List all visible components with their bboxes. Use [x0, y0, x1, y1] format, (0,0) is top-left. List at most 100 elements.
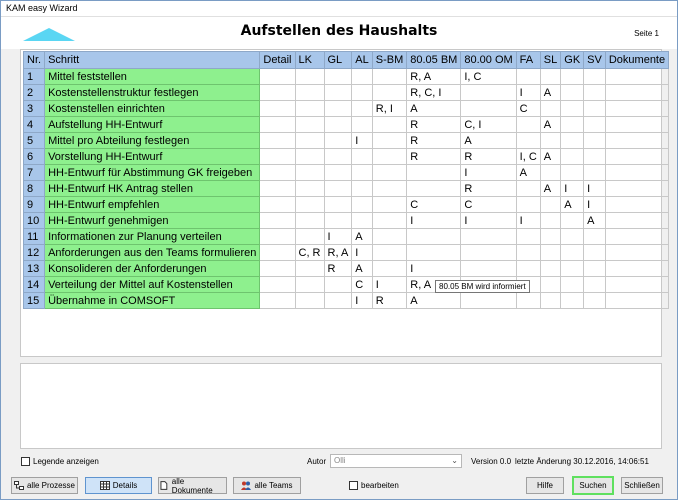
cell-sl[interactable]: A [539, 180, 562, 197]
table-row[interactable]: 8 HH-Entwurf HK Antrag stellen R A I I [22, 180, 670, 197]
cell-nr[interactable]: 10 [22, 212, 46, 229]
cell-schritt[interactable]: Informationen zur Planung verteilen [44, 228, 261, 245]
cell-dokumente[interactable] [604, 292, 670, 309]
table-row[interactable]: 13 Konsolideren der Anforderungen R A I [22, 260, 670, 277]
cell-al[interactable] [351, 100, 373, 117]
cell-schritt[interactable]: Verteilung der Mittel auf Kostenstellen [44, 276, 261, 293]
cell-gl[interactable] [323, 276, 353, 293]
cell-lk[interactable] [294, 228, 325, 245]
table-row[interactable]: 11 Informationen zur Planung verteilen I A [22, 228, 670, 245]
cell-al[interactable]: I [351, 244, 373, 261]
cell-dokumente[interactable] [604, 228, 670, 245]
cell-sbm[interactable] [371, 164, 408, 181]
cell-al[interactable]: C [351, 276, 373, 293]
table-row[interactable]: 4 Aufstellung HH-Entwurf R C, I A [22, 116, 670, 133]
cell-fa[interactable] [515, 180, 541, 197]
cell-al[interactable] [351, 212, 373, 229]
cell-schritt[interactable]: Mittel feststellen [44, 68, 261, 85]
cell-sv[interactable]: I [583, 180, 606, 197]
cell-gk[interactable] [560, 84, 585, 101]
cell-gk[interactable] [560, 132, 585, 149]
cell-8000om[interactable]: R [460, 180, 517, 197]
cell-8000om[interactable]: I [460, 212, 517, 229]
cell-8000om[interactable] [460, 228, 517, 245]
table-row[interactable]: 7 HH-Entwurf für Abstimmung GK freigeben I… [22, 164, 670, 181]
cell-gk[interactable] [560, 292, 585, 309]
cell-lk[interactable] [294, 68, 325, 85]
cell-8005bm[interactable]: R [406, 116, 462, 133]
cell-sl[interactable] [539, 164, 562, 181]
cell-8005bm[interactable]: R [406, 132, 462, 149]
cell-gk[interactable] [560, 68, 585, 85]
cell-dokumente[interactable] [604, 164, 670, 181]
cell-sbm[interactable] [371, 84, 408, 101]
cell-gl[interactable] [323, 84, 353, 101]
cell-fa[interactable]: I [515, 84, 541, 101]
cell-al[interactable] [351, 68, 373, 85]
cell-gk[interactable] [560, 116, 585, 133]
cell-gl[interactable] [323, 132, 353, 149]
col-header-dokumente[interactable]: Dokumente [604, 51, 670, 69]
cell-gk[interactable] [560, 228, 585, 245]
cell-sv[interactable] [583, 244, 606, 261]
cell-nr[interactable]: 5 [22, 132, 46, 149]
cell-dokumente[interactable] [604, 196, 670, 213]
cell-dokumente[interactable] [604, 84, 670, 101]
cell-sl[interactable]: A [539, 116, 562, 133]
cell-gk[interactable] [560, 260, 585, 277]
cell-sbm[interactable] [371, 228, 408, 245]
cell-fa[interactable]: I, C [515, 148, 541, 165]
cell-detail[interactable] [259, 276, 296, 293]
cell-gl[interactable]: R [323, 260, 353, 277]
col-header-detail[interactable]: Detail [259, 51, 296, 69]
cell-gk[interactable] [560, 164, 585, 181]
cell-gl[interactable] [323, 148, 353, 165]
cell-sv[interactable] [583, 260, 606, 277]
cell-gl[interactable] [323, 292, 353, 309]
cell-lk[interactable] [294, 212, 325, 229]
cell-dokumente[interactable] [604, 116, 670, 133]
cell-al[interactable]: I [351, 292, 373, 309]
cell-8005bm[interactable]: I [406, 260, 462, 277]
cell-sl[interactable]: A [539, 148, 562, 165]
cell-fa[interactable] [515, 244, 541, 261]
cell-gk[interactable] [560, 276, 585, 293]
cell-sl[interactable] [539, 68, 562, 85]
cell-8000om[interactable] [460, 260, 517, 277]
cell-detail[interactable] [259, 84, 296, 101]
cell-fa[interactable] [515, 228, 541, 245]
cell-al[interactable] [351, 84, 373, 101]
autor-select[interactable]: Olli ⌄ [330, 454, 462, 468]
cell-sv[interactable] [583, 132, 606, 149]
cell-8005bm[interactable]: A [406, 100, 462, 117]
cell-sl[interactable] [539, 292, 562, 309]
table-row[interactable]: 2 Kostenstellenstruktur festlegen R, C, I I… [22, 84, 670, 101]
col-header-sbm[interactable]: S-BM [371, 51, 408, 69]
cell-lk[interactable] [294, 180, 325, 197]
cell-gk[interactable] [560, 244, 585, 261]
cell-nr[interactable]: 11 [22, 228, 46, 245]
cell-dokumente[interactable] [604, 276, 670, 293]
cell-schritt[interactable]: HH-Entwurf HK Antrag stellen [44, 180, 261, 197]
col-header-schritt[interactable]: Schritt [44, 51, 261, 69]
cell-detail[interactable] [259, 116, 296, 133]
cell-gk[interactable] [560, 148, 585, 165]
cell-sbm[interactable]: I [371, 276, 408, 293]
cell-detail[interactable] [259, 228, 296, 245]
cell-dokumente[interactable] [604, 100, 670, 117]
bearbeiten-toggle[interactable]: bearbeiten [349, 481, 399, 490]
cell-nr[interactable]: 2 [22, 84, 46, 101]
table-row[interactable]: 5 Mittel pro Abteilung festlegen I R A [22, 132, 670, 149]
alle-dokumente-button[interactable]: alle Dokumente [158, 477, 227, 495]
alle-teams-button[interactable]: alle Teams [233, 477, 301, 494]
table-row[interactable]: 1 Mittel feststellen R, A I, C [22, 68, 670, 85]
cell-sbm[interactable] [371, 180, 408, 197]
alle-prozesse-button[interactable]: alle Prozesse [11, 477, 78, 494]
schliessen-button[interactable]: Schließen [621, 477, 663, 494]
cell-gk[interactable] [560, 212, 585, 229]
table-row[interactable]: 14 Verteilung der Mittel auf Kostenstelle… [22, 276, 670, 293]
cell-8000om[interactable] [460, 100, 517, 117]
cell-sbm[interactable] [371, 244, 408, 261]
cell-schritt[interactable]: Anforderungen aus den Teams formulieren [44, 244, 261, 261]
cell-lk[interactable] [294, 292, 325, 309]
